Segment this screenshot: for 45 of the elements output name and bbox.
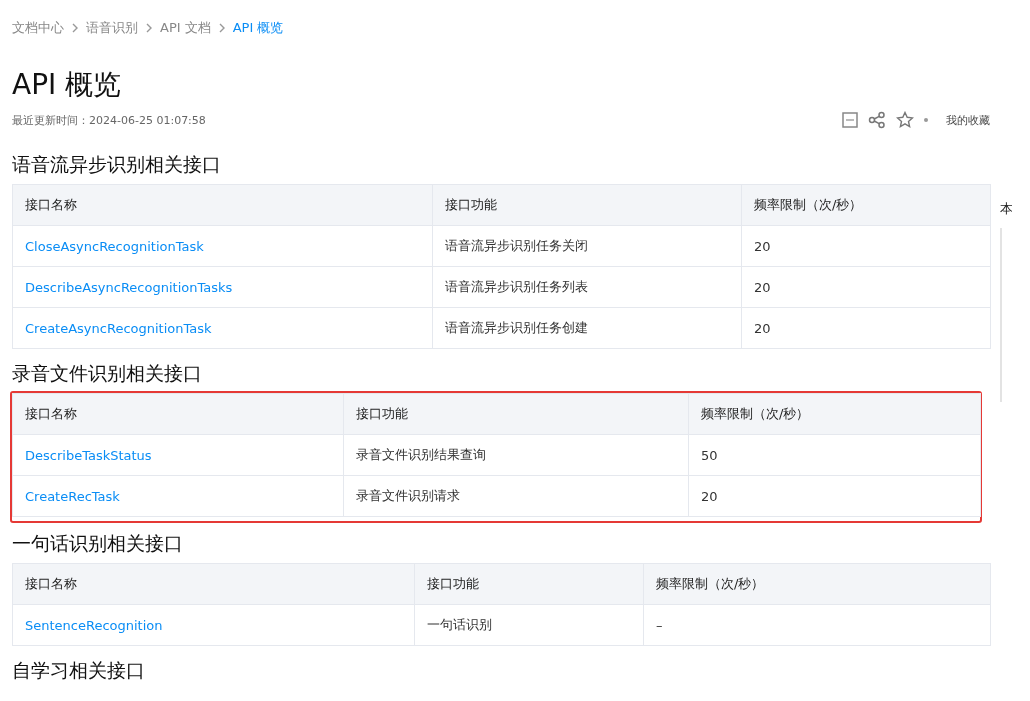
column-header: 频率限制（次/秒）	[643, 563, 991, 605]
table-cell: 20	[741, 225, 991, 267]
update-time: 最近更新时间：2024-06-25 01:07:58	[12, 112, 206, 128]
table-cell: 50	[688, 434, 981, 476]
table-cell: 语音流异步识别任务创建	[432, 307, 742, 349]
interface-name-link[interactable]: CreateAsyncRecognitionTask	[12, 307, 433, 349]
page-title: API 概览	[12, 68, 123, 102]
table-cell: –	[643, 604, 991, 646]
breadcrumb-link[interactable]: API 概览	[232, 19, 284, 37]
table-cell: 录音文件识别结果查询	[343, 434, 689, 476]
table-cell: 20	[741, 307, 991, 349]
breadcrumb-link[interactable]: 文档中心	[12, 19, 64, 37]
dot-icon	[924, 118, 928, 122]
interface-name-link[interactable]: DescribeTaskStatus	[12, 434, 344, 476]
section-heading: 语音流异步识别相关接口	[12, 152, 222, 177]
section-heading: 自学习相关接口	[12, 658, 146, 683]
table-cell: 语音流异步识别任务关闭	[432, 225, 742, 267]
breadcrumb-link[interactable]: API 文档	[160, 19, 211, 37]
column-header: 接口功能	[414, 563, 644, 605]
star-icon[interactable]	[896, 111, 914, 129]
interface-name-link[interactable]: SentenceRecognition	[12, 604, 415, 646]
interface-name-link[interactable]: CloseAsyncRecognitionTask	[12, 225, 433, 267]
favorites-link[interactable]: 我的收藏	[946, 112, 990, 128]
interface-name-link[interactable]: DescribeAsyncRecognitionTasks	[12, 266, 433, 308]
column-header: 接口名称	[12, 393, 344, 435]
table-cell: 语音流异步识别任务列表	[432, 266, 742, 308]
chevron-icon	[70, 23, 80, 33]
column-header: 接口功能	[432, 184, 742, 226]
column-header: 接口名称	[12, 184, 433, 226]
breadcrumb-link[interactable]: 语音识别	[86, 19, 138, 37]
interface-name-link[interactable]: CreateRecTask	[12, 475, 344, 517]
column-header: 接口功能	[343, 393, 689, 435]
section-heading: 录音文件识别相关接口	[12, 361, 203, 386]
share-icon[interactable]	[868, 111, 886, 129]
column-header: 频率限制（次/秒）	[688, 393, 981, 435]
pdf-icon[interactable]	[842, 112, 858, 128]
table-cell: 20	[741, 266, 991, 308]
toc-title: 本	[1000, 200, 1012, 218]
column-header: 频率限制（次/秒）	[741, 184, 991, 226]
table-cell: 录音文件识别请求	[343, 475, 689, 517]
table-cell: 20	[688, 475, 981, 517]
column-header: 接口名称	[12, 563, 415, 605]
section-heading: 一句话识别相关接口	[12, 531, 184, 556]
chevron-icon	[144, 23, 154, 33]
table-cell: 一句话识别	[414, 604, 644, 646]
